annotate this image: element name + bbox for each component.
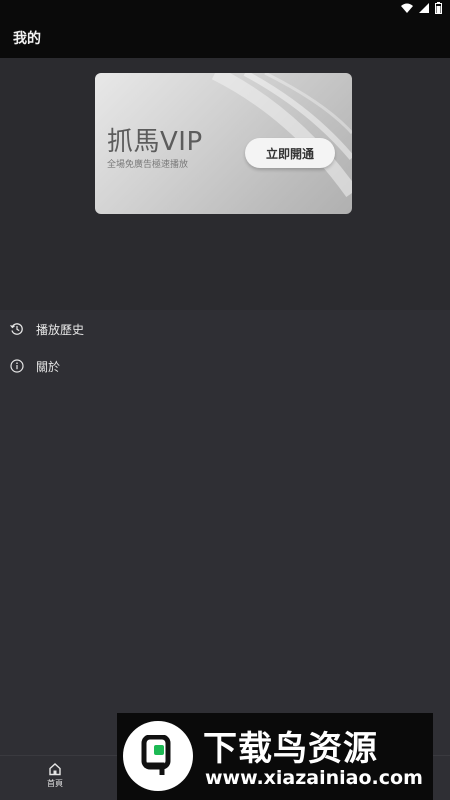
profile-header-section: 抓馬VIP 全場免廣告極速播放 立即開通 [0,58,450,310]
watermark-overlay: 下载鸟资源 www.xiazainiao.com [117,713,433,800]
open-vip-button[interactable]: 立即開通 [245,138,335,168]
vip-title: 抓馬VIP [107,127,203,157]
info-icon [9,358,25,374]
nav-home-label: 首頁 [47,779,63,788]
watermark-title: 下载鸟资源 [203,729,378,769]
nav-home[interactable]: 首頁 [40,762,70,789]
battery-icon [435,2,442,14]
app-bar: 我的 [0,16,450,58]
vip-subtitle: 全場免廣告極速播放 [107,160,189,170]
history-icon [9,321,25,337]
home-icon [49,763,61,776]
bird-logo-icon [141,735,171,775]
page-title: 我的 [13,31,41,47]
menu-item-label: 關於 [36,359,61,374]
menu-item-about[interactable]: 關於 [0,348,450,384]
vip-card[interactable]: 抓馬VIP 全場免廣告極速播放 立即開通 [95,73,352,214]
status-icons [401,2,442,14]
menu-item-label: 播放歷史 [36,322,85,337]
watermark-url: www.xiazainiao.com [205,767,423,789]
status-bar [0,0,450,16]
menu-list: 播放歷史 關於 [0,310,450,755]
menu-item-history[interactable]: 播放歷史 [0,311,450,347]
watermark-logo [123,721,193,791]
wifi-icon [401,3,413,13]
signal-icon [419,3,429,13]
